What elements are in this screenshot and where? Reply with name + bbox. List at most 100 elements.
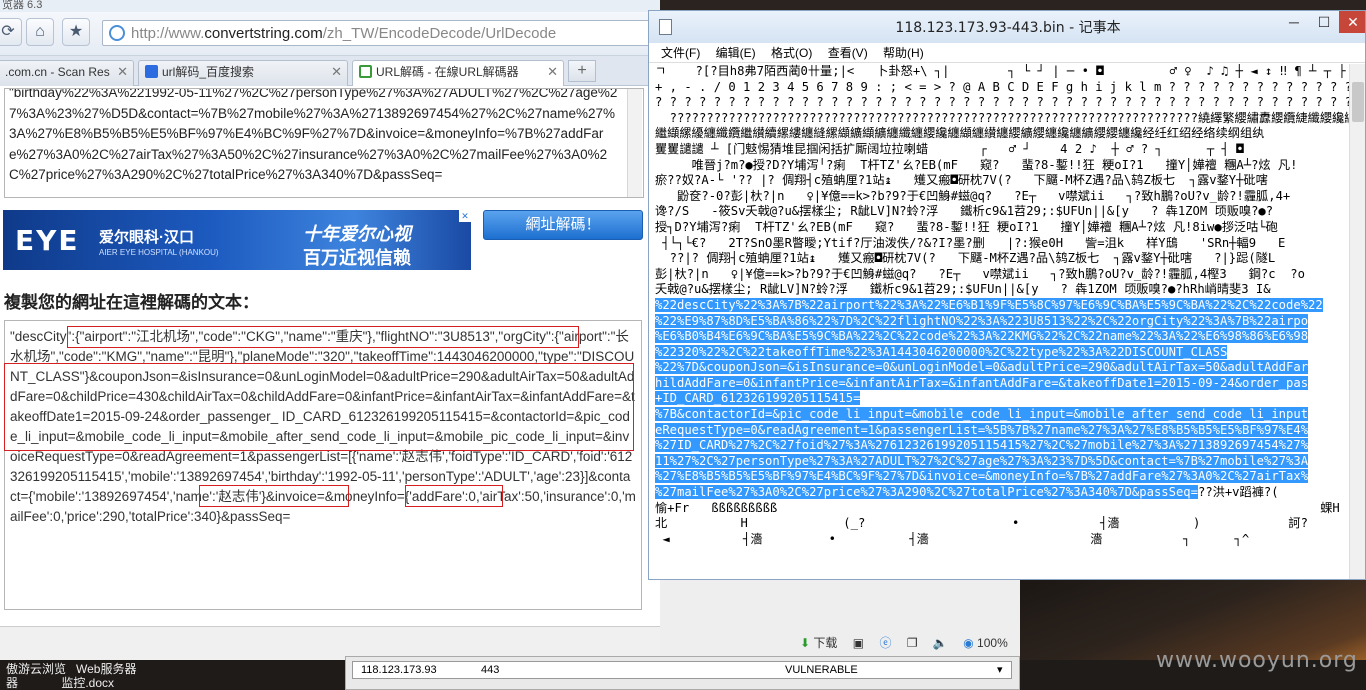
scan-results-panel: 118.123.173.93 443 VULNERABLE ▾ bbox=[345, 656, 1020, 690]
minimize-button[interactable]: ─ bbox=[1279, 11, 1309, 33]
notepad-text: 鼢奁?-0?彭|杕?|n ♀|¥億==k>?b?9?于€凹鯓#螆@q? ?E┬ … bbox=[655, 188, 1291, 203]
notepad-line: %22%E9%87%8D%E5%BA%86%22%7D%2C%22flightN… bbox=[655, 313, 1349, 330]
notepad-line: 授┐D?Y埔泻?痢 T杆TZ'ㄠ?EB(mF 窥? 蜚?8-鏨!!狂 粳oI?1… bbox=[655, 220, 1349, 236]
notepad-text: ??洪+v蹈褲?( bbox=[1197, 485, 1279, 500]
close-icon[interactable]: ✕ bbox=[117, 61, 128, 83]
notepad-line: 愉+Fr ßßßßßßßßß 蜾H bbox=[655, 501, 1349, 517]
notepad-selected-text: %22320%22%2C%22takeoffTime%22%3A14430462… bbox=[655, 344, 1228, 359]
browser-status-bar bbox=[0, 626, 660, 660]
notepad-window: 118.123.173.93-443.bin - 记事本 ─ ☐ ✕ 文件(F)… bbox=[648, 10, 1366, 580]
notepad-selected-text: %7B&contactorId=&pic_code_li_input=&mobi… bbox=[655, 407, 1309, 422]
maximize-button[interactable]: ☐ bbox=[1309, 11, 1339, 33]
notepad-titlebar[interactable]: 118.123.173.93-443.bin - 记事本 ─ ☐ ✕ bbox=[649, 11, 1365, 43]
close-button[interactable]: ✕ bbox=[1339, 11, 1365, 33]
tab-scan-results[interactable]: .com.cn - Scan Res ✕ bbox=[0, 60, 134, 86]
notepad-line: %E6%B0%B4%E6%9C%BA%E5%9C%BA%22%2C%22code… bbox=[655, 329, 1349, 345]
notepad-text: 矍矍譴譴 ┴ [门鬾惕猜堆昆掴闲括扩厮阔垃拉喇蜡 ┌ ♂ ┘ 4 2 ♪ ┼ ♂… bbox=[655, 141, 1244, 156]
ad-banner[interactable]: EYE 爱尔眼科·汉口 AIER EYE HOSPITAL (HANKOU) 十… bbox=[3, 210, 471, 270]
browser-title: 览器 6.3 bbox=[0, 0, 660, 12]
close-icon[interactable]: ✕ bbox=[547, 61, 558, 83]
banner-hospital-name-en: AIER EYE HOSPITAL (HANKOU) bbox=[99, 248, 219, 257]
notepad-line: 彭|杕?|n ♀|¥億==k>?b?9?于€凹鯓#螆@q? ?E┬ v噤斌ii … bbox=[655, 267, 1349, 283]
notepad-line: ??|? 倜翔┤c殖蚺厘?1站↨ 矱又瘢◘研枕7V(? 下飅-M杯Z遇?品\鸫Z… bbox=[655, 251, 1349, 267]
encoded-input-textarea[interactable]: "birthday%22%3A%221992-05-11%27%2C%27per… bbox=[4, 88, 644, 198]
notepad-scroll-thumb[interactable] bbox=[1352, 82, 1364, 122]
zoom-level[interactable]: 100% bbox=[977, 636, 1008, 650]
notepad-selected-text: %E6%B0%B4%E6%9C%BA%E5%9C%BA%22%2C%22code… bbox=[655, 329, 1309, 344]
notepad-line: ????????????????????????????????????????… bbox=[655, 111, 1349, 127]
desktop-labels-line1: 傲游云浏览 Web服务器 bbox=[6, 662, 137, 676]
scan-result-row[interactable]: 118.123.173.93 443 VULNERABLE ▾ bbox=[352, 661, 1012, 679]
desktop-icon-labels[interactable]: 傲游云浏览 Web服务器 器 监控.docx bbox=[6, 662, 136, 690]
download-label[interactable]: 下载 bbox=[813, 636, 837, 650]
notepad-line: 瘀??奴?A-└ '?? |? 倜翔┤c殖蚺厘?1站↨ 矱又瘢◘研枕7V(? 下… bbox=[655, 173, 1349, 189]
notepad-text: ? ? ? ? ? ? ? ? ? ? ? ? ? ? ? ? ? ? ? ? … bbox=[655, 95, 1349, 110]
close-icon[interactable]: ✕ bbox=[331, 61, 342, 83]
browser-window: 览器 6.3 ⟳ ⌂ ★ http://www.convertstring.co… bbox=[0, 0, 660, 660]
notepad-line: 繼纈縲纋纏纖纜繼纉續縲縷纏縫縲纈纊纈纊纏纖纏纓纔纏纈纏纉纏纓纊纓纏纔纏纊纓纓纏纔… bbox=[655, 126, 1349, 142]
highlight-box-foid bbox=[199, 485, 349, 507]
notepad-line: 夭戟@?u&摆樣尘; R龇LV]N?蛉?浮 鐵析c9&1苕29;:$UFUn||… bbox=[655, 282, 1349, 298]
textarea-scrollbar[interactable] bbox=[627, 89, 642, 197]
notepad-line: %22320%22%2C%22takeoffTime%22%3A14430462… bbox=[655, 344, 1349, 361]
address-bar[interactable]: http://www.convertstring.com/zh_TW/Encod… bbox=[102, 20, 660, 46]
tab-bar: .com.cn - Scan Res ✕ url解码_百度搜索 ✕ URL解碼 … bbox=[0, 56, 660, 86]
notepad-selected-text: %22%E9%87%8D%E5%BA%86%22%7D%2C%22flightN… bbox=[655, 313, 1309, 328]
result-host: 118.123.173.93 bbox=[361, 664, 437, 676]
download-icon[interactable]: ⬇ bbox=[800, 636, 810, 650]
notepad-line: ㄱ ?[?目h8弗7陌西蔺0卄量;|< 卜卦怒+\ ┐| ┐ └ ┘ | ─ •… bbox=[655, 64, 1349, 80]
url-decode-button[interactable]: 網址解碼！ bbox=[483, 210, 643, 240]
highlight-box-order-params bbox=[4, 363, 634, 451]
home-icon[interactable]: ⌂ bbox=[26, 18, 54, 46]
dropdown-arrow-icon[interactable]: ▾ bbox=[997, 662, 1003, 678]
notepad-line: ? ? ? ? ? ? ? ? ? ? ? ? ? ? ? ? ? ? ? ? … bbox=[655, 95, 1349, 111]
notepad-text: ????????????????????????????????????????… bbox=[655, 110, 1349, 125]
notepad-line: ┤└┐└€? 2T?SnO墨R瞥瞹;Ytif?厅油泼佚/?&?I?墨?删 |?:… bbox=[655, 236, 1349, 252]
highlight-box-desccity bbox=[67, 326, 579, 348]
address-url[interactable]: http://www.convertstring.com/zh_TW/Encod… bbox=[131, 25, 556, 42]
refresh-icon[interactable]: ⟳ bbox=[0, 18, 22, 46]
ie-icon[interactable]: ⓔ bbox=[879, 636, 891, 650]
notepad-selected-text: %22%7D&couponJson=&isInsurance=0&unLogin… bbox=[655, 360, 1309, 375]
notepad-selected-text: 11%27%2C%27personType%27%3A%27ADULT%27%2… bbox=[655, 453, 1309, 468]
notepad-line: 北 H (_? • ┤濇 ) 訶? ? bbox=[655, 516, 1349, 532]
desktop-labels-line2: 器 监控.docx bbox=[6, 676, 115, 690]
notepad-text: 授┐D?Y埔泻?痢 T杆TZ'ㄠ?EB(mF 窥? 蜚?8-鏨!!狂 粳oI?1… bbox=[655, 219, 1278, 234]
notepad-text: ◄ ┤濇 • ┤濇 濇 ┐ ┐^ bbox=[655, 531, 1250, 546]
result-status: VULNERABLE bbox=[785, 664, 858, 676]
window-icon[interactable]: ❐ bbox=[907, 636, 918, 650]
speaker-icon[interactable]: 🔈 bbox=[933, 636, 948, 650]
ad-close-icon[interactable]: ✕ bbox=[459, 210, 471, 222]
chat-icon[interactable]: ▣ bbox=[853, 636, 864, 650]
tab-label: url解码_百度搜索 bbox=[162, 65, 255, 79]
favorite-star-icon[interactable]: ★ bbox=[62, 18, 90, 46]
banner-slogan-1: 十年爱尔心视 bbox=[303, 224, 411, 244]
notepad-selected-text: eRequestType=0&readAgreement=1&passenger… bbox=[655, 422, 1309, 437]
notepad-text: 愉+Fr ßßßßßßßßß 蜾H bbox=[655, 500, 1340, 515]
section-heading: 複製您的網址在這裡解碼的文本： bbox=[4, 293, 259, 313]
notepad-selected-text: +ID_CARD_612326199205115415= bbox=[655, 391, 861, 406]
baidu-paw-icon bbox=[145, 65, 158, 78]
notepad-text: 彭|杕?|n ♀|¥億==k>?b?9?于€凹鯓#螆@q? ?E┬ v噤斌ii … bbox=[655, 266, 1305, 281]
notepad-text: ㄱ ?[?目h8弗7陌西蔺0卄量;|< 卜卦怒+\ ┐| ┐ └ ┘ | ─ •… bbox=[655, 64, 1346, 78]
decoded-output-textarea[interactable]: "descCity":{"airport":"江北机场","code":"CKG… bbox=[4, 320, 642, 610]
zoom-icon: ◉ bbox=[963, 636, 974, 650]
menu-view[interactable]: 查看(V) bbox=[828, 46, 868, 60]
menu-help[interactable]: 帮助(H) bbox=[883, 46, 924, 60]
notepad-line: %22%7D&couponJson=&isInsurance=0&unLogin… bbox=[655, 360, 1349, 376]
encoded-input-text: "birthday%22%3A%221992-05-11%27%2C%27per… bbox=[9, 88, 618, 182]
new-tab-button[interactable]: + bbox=[568, 60, 596, 82]
tab-url-decoder[interactable]: URL解碼 - 在線URL解碼器 ✕ bbox=[352, 60, 564, 86]
url-domain: convertstring.com bbox=[204, 25, 323, 42]
notepad-text: 瘀??奴?A-└ '?? |? 倜翔┤c殖蚺厘?1站↨ 矱又瘢◘研枕7V(? 下… bbox=[655, 173, 1268, 188]
menu-file[interactable]: 文件(F) bbox=[661, 46, 700, 60]
menu-edit[interactable]: 编辑(E) bbox=[716, 46, 756, 60]
notepad-line: %22descCity%22%3A%7B%22airport%22%3A%22%… bbox=[655, 297, 1349, 314]
tab-baidu-search[interactable]: url解码_百度搜索 ✕ bbox=[138, 60, 348, 86]
notepad-scrollbar[interactable] bbox=[1349, 64, 1365, 579]
notepad-line: 矍矍譴譴 ┴ [门鬾惕猜堆昆掴闲括扩厮阔垃拉喇蜡 ┌ ♂ ┘ 4 2 ♪ ┼ ♂… bbox=[655, 142, 1349, 158]
notepad-line: 谗?/S -筱Sv夭戟@?u&摆樣尘; R龇LV]N?蛉?浮 鐵析c9&1苕29… bbox=[655, 204, 1349, 220]
notepad-text-area[interactable]: ㄱ ?[?目h8弗7陌西蔺0卄量;|< 卜卦怒+\ ┐| ┐ └ ┘ | ─ •… bbox=[649, 64, 1349, 579]
menu-format[interactable]: 格式(O) bbox=[771, 46, 812, 60]
notepad-selected-text: %27mailFee%27%3A0%2C%27price%27%3A290%2C… bbox=[655, 485, 1198, 500]
